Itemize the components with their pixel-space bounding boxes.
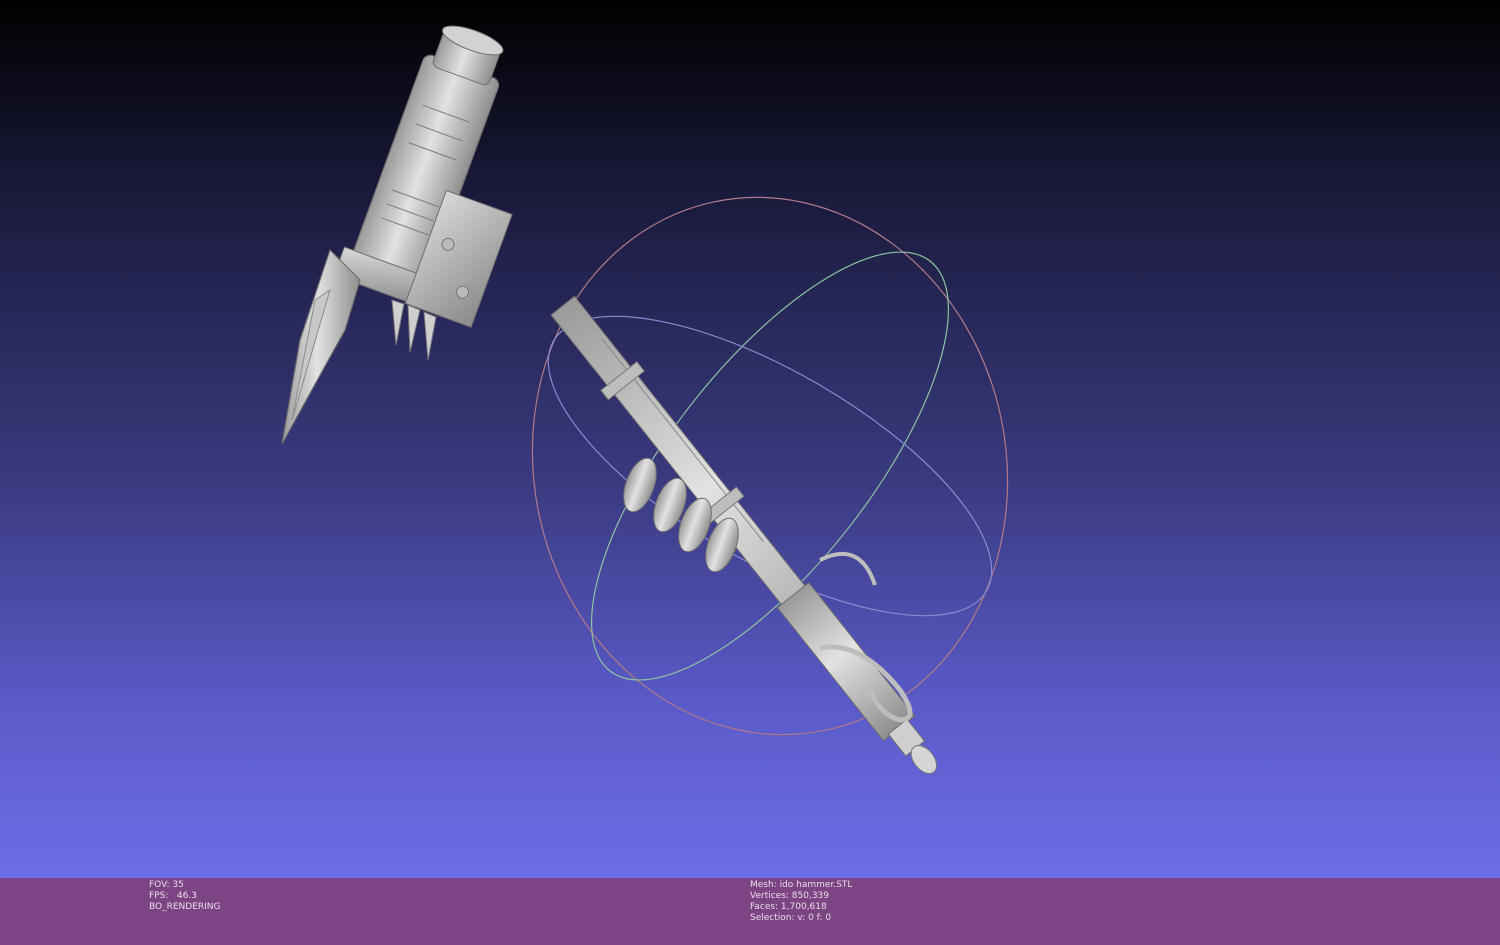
scene-canvas[interactable] — [0, 0, 1500, 878]
status-bar: FOV: 35 FPS: 46.3 BO_RENDERING Mesh: ido… — [0, 878, 1500, 945]
trackball-ring-red — [531, 196, 1009, 736]
fps-readout: FPS: 46.3 — [149, 891, 197, 901]
3d-viewport[interactable] — [0, 0, 1500, 878]
rendering-mode: BO_RENDERING — [149, 902, 221, 912]
selection-info: Selection: v: 0 f: 0 — [750, 913, 832, 923]
trackball-ring-green — [590, 251, 950, 681]
fov-readout: FOV: 35 — [149, 880, 184, 890]
trackball-gizmo[interactable] — [483, 153, 1057, 779]
face-count: Faces: 1,700,618 — [750, 902, 827, 912]
vertex-count: Vertices: 850,339 — [750, 891, 830, 901]
mesh-info: Mesh: ido hammer.STL Vertices: 850,339 F… — [750, 880, 852, 924]
mesh-name: Mesh: ido hammer.STL — [750, 880, 853, 890]
mesh-model[interactable] — [281, 14, 952, 786]
render-info: FOV: 35 FPS: 46.3 BO_RENDERING — [149, 880, 221, 913]
